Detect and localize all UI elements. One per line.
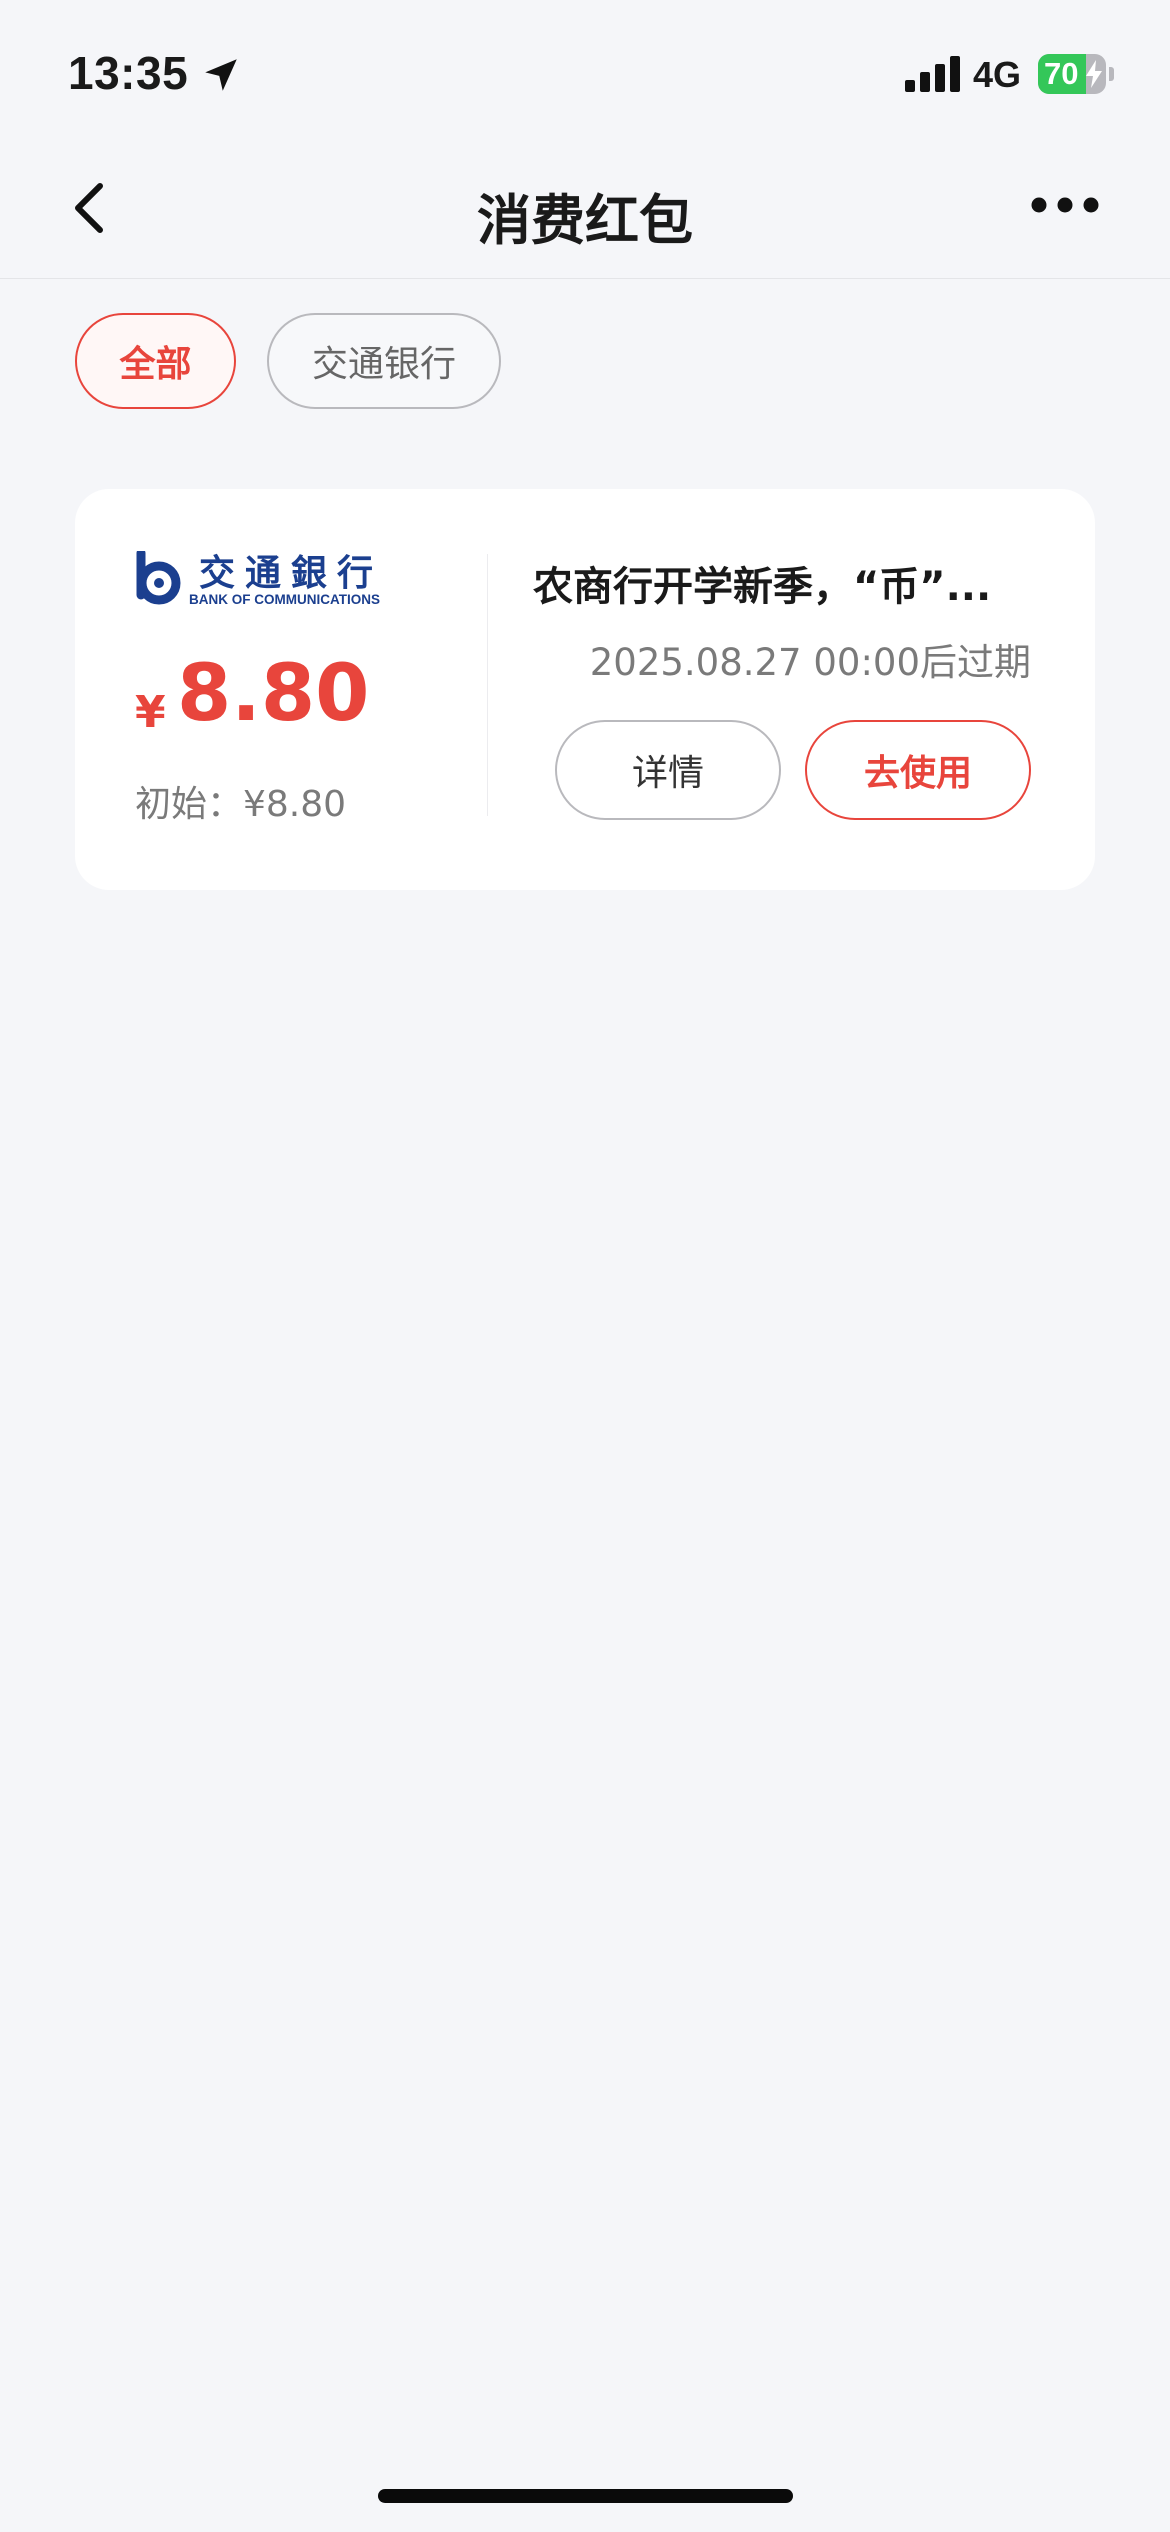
battery-body: 70 <box>1038 54 1106 94</box>
card-divider <box>487 554 488 816</box>
network-type: 4G <box>973 54 1022 95</box>
more-options-icon[interactable] <box>1030 190 1100 220</box>
filter-chip-all[interactable]: 全部 <box>75 313 236 409</box>
details-button[interactable]: 详情 <box>555 720 781 820</box>
coupon-amount: 8.80 <box>177 649 370 739</box>
coupon-title: 农商行开学新季，“币”... <box>533 564 992 610</box>
filter-chip-bank-of-communications[interactable]: 交通银行 <box>267 313 501 409</box>
expire-date: 2025.08.27 00:00后过期 <box>589 641 1031 684</box>
status-time: 13:35 <box>68 47 189 99</box>
initial-amount: 初始：¥8.80 <box>135 784 347 825</box>
use-coupon-button[interactable]: 去使用 <box>805 720 1031 820</box>
battery-cap <box>1109 67 1114 81</box>
bank-logo-cn: 交通銀行 <box>199 552 383 594</box>
currency-symbol: ¥ <box>135 687 166 738</box>
status-bar: 13:35 4G 70 <box>0 0 1170 140</box>
charging-bolt-icon <box>1086 60 1102 88</box>
coupon-card: 交通銀行 BANK OF COMMUNICATIONS ¥ 8.80 初始：¥8… <box>75 489 1095 890</box>
location-arrow-icon <box>205 59 237 91</box>
battery-icon: 70 <box>1038 54 1114 94</box>
bank-logo-en: BANK OF COMMUNICATIONS <box>189 592 380 607</box>
battery-percent: 70 <box>1044 56 1079 91</box>
bank-logo: 交通銀行 BANK OF COMMUNICATIONS <box>136 551 383 607</box>
page-title: 消费红包 <box>477 189 693 252</box>
home-indicator[interactable] <box>378 2489 793 2503</box>
nav-bar: 消费红包 <box>0 140 1170 279</box>
cellular-signal-icon <box>905 56 960 92</box>
